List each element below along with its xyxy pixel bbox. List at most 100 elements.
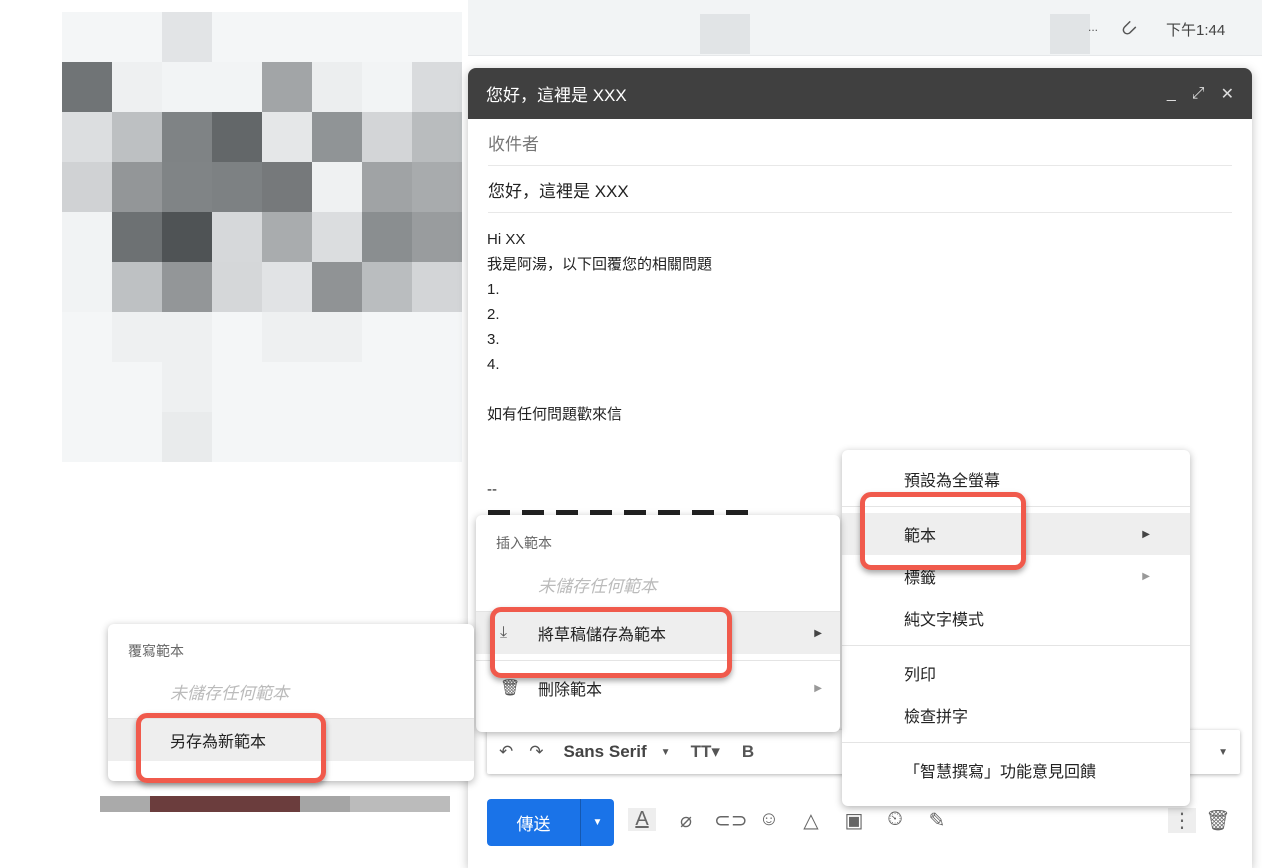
menu-label: 刪除範本	[538, 682, 603, 699]
blur-block	[362, 312, 412, 362]
blur-block	[62, 262, 112, 312]
body-line	[487, 427, 1233, 452]
body-line: 我是阿湯，以下回覆您的相關問題	[487, 256, 713, 273]
blur-block	[112, 362, 162, 412]
more-options-icon[interactable]: ⋮	[1168, 808, 1196, 833]
blur-block	[162, 212, 212, 262]
blur-block	[700, 14, 750, 54]
blur-block	[362, 112, 412, 162]
blur-block	[262, 262, 312, 312]
discard-icon[interactable]: 🗑	[1204, 808, 1232, 833]
menu-item-print[interactable]: 列印	[842, 652, 1190, 694]
menu-item-smart-compose-feedback[interactable]: 「智慧撰寫」功能意見回饋	[842, 749, 1190, 791]
blur-block	[212, 62, 262, 112]
inbox-row[interactable]: ... ⊂ 下午1:44	[468, 0, 1262, 56]
emoji-icon[interactable]: ☺	[755, 808, 783, 831]
blur-block	[162, 312, 212, 362]
blur-block	[262, 362, 312, 412]
divider	[842, 742, 1190, 743]
send-options-icon[interactable]: ▼	[580, 799, 614, 846]
recipients-field[interactable]: 收件者	[488, 119, 1232, 166]
blur-block	[112, 162, 162, 212]
blur-block	[312, 112, 362, 162]
blur-block	[312, 412, 362, 462]
blur-block	[1050, 14, 1090, 54]
text-size-icon[interactable]: TT▾	[691, 742, 720, 762]
blur-block	[212, 112, 262, 162]
blur-block	[312, 212, 362, 262]
submenu-arrow-icon: ▶	[814, 627, 822, 639]
blur-block	[162, 62, 212, 112]
highlight-box	[490, 607, 732, 678]
blur-block	[162, 162, 212, 212]
blur-block	[362, 412, 412, 462]
body-line: 如有任何問題歡來信	[487, 406, 623, 423]
blur-block	[412, 412, 462, 462]
blur-block	[412, 212, 462, 262]
compose-title: 您好，這裡是 XXX	[486, 86, 627, 105]
font-select[interactable]: Sans Serif	[564, 742, 647, 762]
blur-block	[162, 262, 212, 312]
link-icon[interactable]: ⊂⊃	[714, 808, 748, 833]
submenu-arrow-icon: ▶	[1142, 570, 1150, 582]
blur-block	[162, 412, 212, 462]
blur-block	[312, 162, 362, 212]
blur-block	[412, 312, 462, 362]
photo-icon[interactable]: ▣	[840, 808, 868, 833]
undo-icon[interactable]: ↶	[499, 742, 513, 762]
expand-icon[interactable]: ⤢	[1192, 85, 1205, 103]
blur-block	[112, 112, 162, 162]
body-line: 2.	[487, 306, 500, 323]
menu-label: 純文字模式	[904, 612, 985, 629]
overwrite-template-header: 覆寫範本	[128, 643, 184, 659]
blur-block	[312, 312, 362, 362]
blur-block	[212, 362, 262, 412]
blur-block	[262, 162, 312, 212]
chevron-down-icon[interactable]: ▼	[661, 747, 671, 758]
text-color-icon[interactable]: A	[628, 808, 656, 831]
blur-block	[412, 262, 462, 312]
blur-block	[312, 62, 362, 112]
blur-block	[162, 12, 212, 62]
drive-icon[interactable]: △	[797, 808, 825, 833]
blur-block	[62, 12, 112, 62]
attach-icon[interactable]: ⌀	[672, 808, 700, 833]
blur-block	[262, 412, 312, 462]
blur-block	[362, 362, 412, 412]
blur-block	[362, 12, 412, 62]
blur-block	[412, 162, 462, 212]
subject-text: 您好，這裡是 XXX	[488, 181, 629, 201]
minimize-icon[interactable]: _	[1167, 85, 1176, 103]
menu-label: 「智慧撰寫」功能意見回饋	[904, 764, 1097, 781]
more-formatting-icon[interactable]: ▼	[1218, 747, 1228, 758]
blur-block	[212, 262, 262, 312]
subject-field[interactable]: 您好，這裡是 XXX	[488, 166, 1232, 213]
submenu-arrow-icon: ▶	[1142, 528, 1150, 540]
menu-item-spellcheck[interactable]: 檢查拼字	[842, 694, 1190, 736]
send-button[interactable]: 傳送 ▼	[487, 799, 614, 846]
blur-block	[212, 412, 262, 462]
blur-block	[262, 212, 312, 262]
blur-block	[112, 262, 162, 312]
confidential-icon[interactable]: ⏲	[881, 808, 909, 831]
insert-template-header: 插入範本	[496, 535, 552, 551]
blur-block	[212, 312, 262, 362]
body-line: Hi XX	[487, 231, 526, 248]
blur-block	[412, 362, 462, 412]
compose-header[interactable]: 您好，這裡是 XXX _ ⤢ ✕	[468, 68, 1252, 119]
blur-block	[362, 62, 412, 112]
body-line	[487, 377, 1233, 402]
highlight-box	[860, 492, 1026, 570]
menu-item-plain-text[interactable]: 純文字模式	[842, 597, 1190, 639]
redo-icon[interactable]: ↷	[529, 742, 543, 762]
blur-block	[312, 12, 362, 62]
signature-icon[interactable]: ✎	[923, 808, 951, 833]
time-label: 下午1:44	[1166, 22, 1226, 39]
blur-block	[62, 312, 112, 362]
close-icon[interactable]: ✕	[1221, 84, 1234, 104]
blur-block	[100, 796, 450, 812]
bold-button[interactable]: B	[742, 742, 754, 762]
blur-block	[212, 162, 262, 212]
blur-block	[162, 362, 212, 412]
blur-block	[62, 112, 112, 162]
